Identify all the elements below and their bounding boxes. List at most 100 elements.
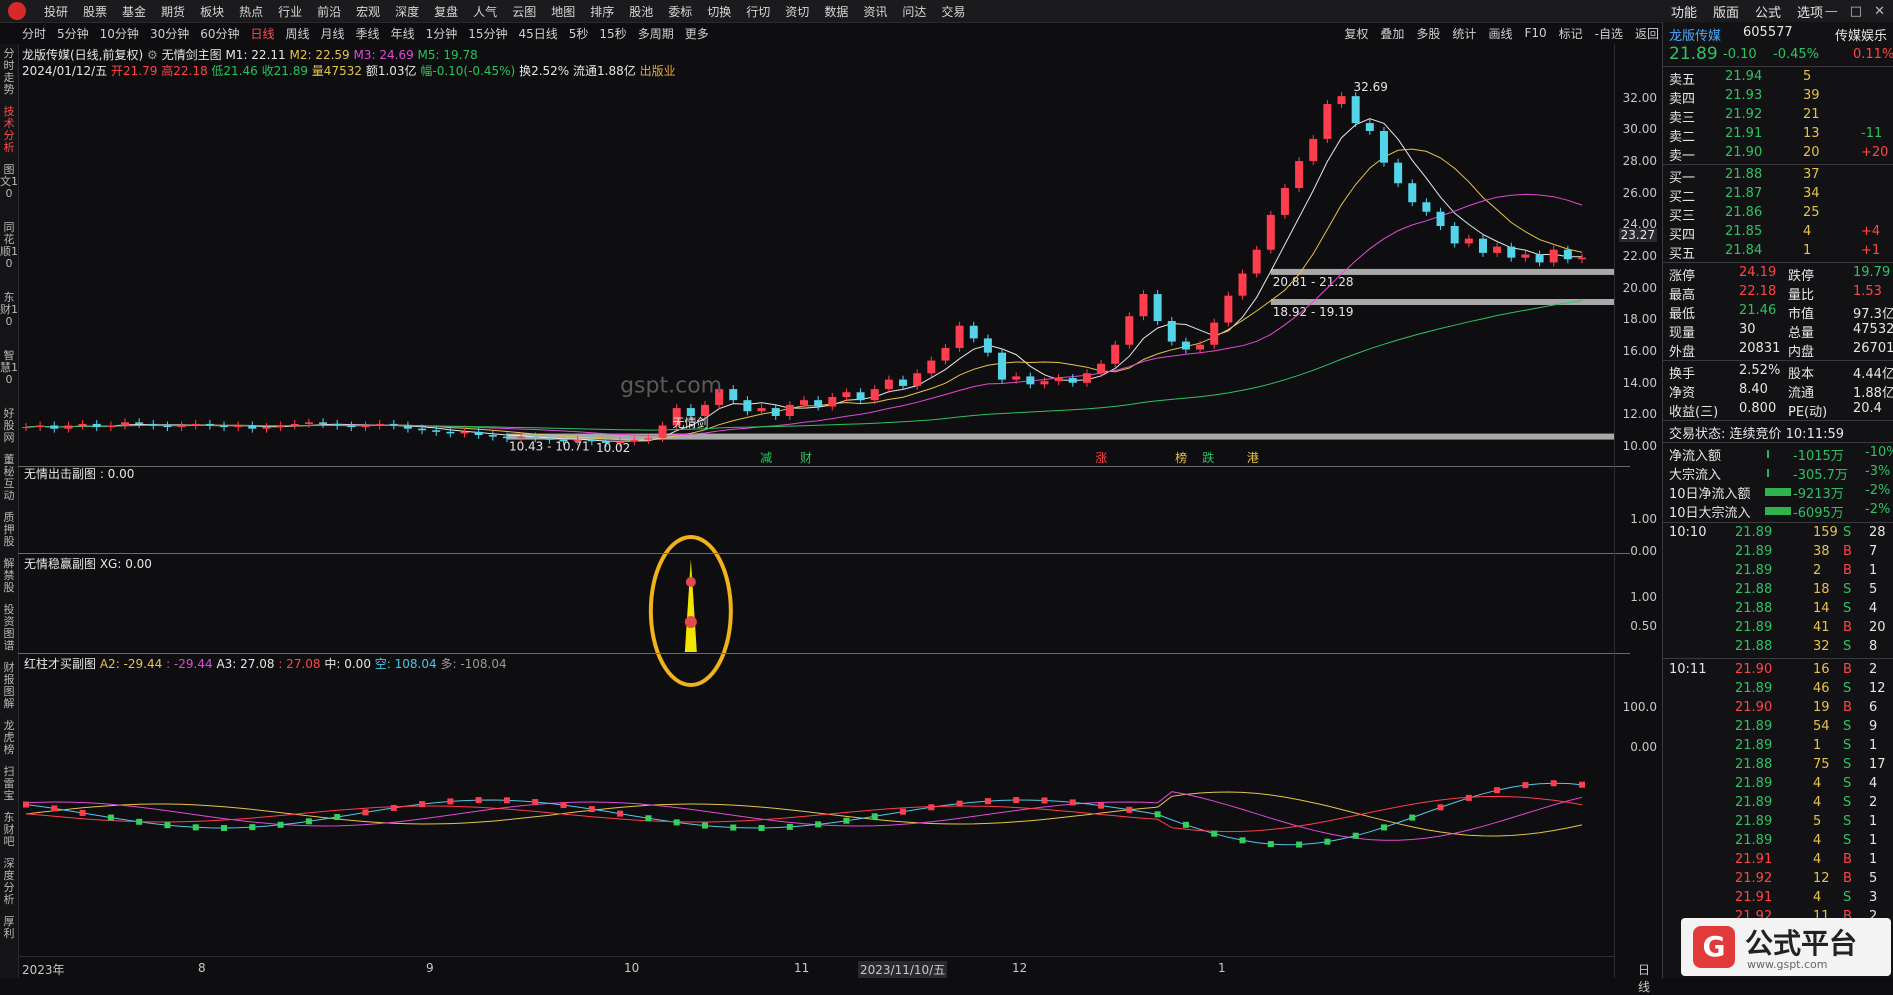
chart-tool-button[interactable]: 叠加 bbox=[1380, 25, 1404, 42]
left-tab[interactable]: 智慧10 bbox=[0, 350, 18, 386]
left-tab[interactable]: 财报图解 bbox=[0, 662, 18, 710]
stat-row[interactable]: 收益(三) 0.800 PE(动) 20.4 bbox=[1663, 400, 1893, 420]
menu-item[interactable]: 基金 bbox=[122, 3, 146, 20]
tick-row[interactable]: 21.88 18 S 5 bbox=[1663, 581, 1893, 600]
period-item[interactable]: 分时 bbox=[22, 25, 46, 42]
chart-tool-button[interactable]: 返回 bbox=[1635, 25, 1659, 42]
left-tab[interactable]: 分时走势 bbox=[0, 48, 18, 96]
bid-row[interactable]: 买三 21.86 25 bbox=[1663, 204, 1893, 224]
left-tab[interactable]: 深度分析 bbox=[0, 858, 18, 906]
tick-row[interactable]: 10:10 21.89 159 S 28 bbox=[1663, 524, 1893, 543]
menu-item[interactable]: 复盘 bbox=[434, 3, 458, 20]
tick-row[interactable]: 21.89 54 S 9 bbox=[1663, 718, 1893, 737]
stat-row[interactable]: 现量 30 总量 47532 bbox=[1663, 321, 1893, 341]
menu-item[interactable]: 地图 bbox=[551, 3, 575, 20]
left-tab[interactable]: 东财吧 bbox=[0, 812, 18, 848]
tick-row[interactable]: 21.89 41 B 20 bbox=[1663, 619, 1893, 638]
menu-item[interactable]: 排序 bbox=[590, 3, 614, 20]
bid-row[interactable]: 买一 21.88 37 bbox=[1663, 166, 1893, 186]
tick-row[interactable]: 21.88 75 S 17 bbox=[1663, 756, 1893, 775]
flow-row[interactable]: 大宗流入 -305.7万 -3% bbox=[1663, 463, 1893, 483]
tick-row[interactable]: 21.89 4 S 2 bbox=[1663, 794, 1893, 813]
app-logo-icon[interactable] bbox=[8, 2, 26, 20]
tick-row[interactable]: 21.89 4 S 1 bbox=[1663, 832, 1893, 851]
period-item[interactable]: 月线 bbox=[321, 25, 345, 42]
ask-row[interactable]: 卖四 21.93 39 bbox=[1663, 87, 1893, 107]
menu-item[interactable]: 问达 bbox=[902, 3, 926, 20]
flow-row[interactable]: 10日净流入额 -9213万 -2% bbox=[1663, 482, 1893, 502]
stat-row[interactable]: 最低 21.46 市值 97.3亿 bbox=[1663, 302, 1893, 322]
bid-row[interactable]: 买二 21.87 34 bbox=[1663, 185, 1893, 205]
menu-item[interactable]: 云图 bbox=[512, 3, 536, 20]
period-item[interactable]: 10分钟 bbox=[100, 25, 139, 42]
chart-tool-button[interactable]: 多股 bbox=[1416, 25, 1440, 42]
menu-item[interactable]: 前沿 bbox=[317, 3, 341, 20]
indicator-settings-icon[interactable]: ⚙ bbox=[147, 48, 158, 62]
period-item[interactable]: 更多 bbox=[685, 25, 709, 42]
left-tab[interactable]: 厚利 bbox=[0, 916, 18, 940]
stat-row[interactable]: 最高 22.18 量比 1.53 bbox=[1663, 283, 1893, 303]
left-tab[interactable]: 图文10 bbox=[0, 164, 18, 200]
period-item[interactable]: 日线 bbox=[251, 25, 275, 42]
menu-item[interactable]: 交易 bbox=[941, 3, 965, 20]
menu-item[interactable]: 深度 bbox=[395, 3, 419, 20]
menu-item[interactable]: 行切 bbox=[746, 3, 770, 20]
tick-row[interactable]: 21.90 19 B 6 bbox=[1663, 699, 1893, 718]
menu-item[interactable]: 资讯 bbox=[863, 3, 887, 20]
stat-row[interactable]: 涨停 24.19 跌停 19.79 bbox=[1663, 264, 1893, 284]
bid-row[interactable]: 买五 21.84 1 +1 bbox=[1663, 242, 1893, 262]
tick-row[interactable]: 21.88 14 S 4 bbox=[1663, 600, 1893, 619]
period-item[interactable]: 15分钟 bbox=[468, 25, 507, 42]
menu-item[interactable]: 板块 bbox=[200, 3, 224, 20]
minimize-icon[interactable]: — bbox=[1825, 4, 1838, 19]
period-item[interactable]: 季线 bbox=[356, 25, 380, 42]
top-right-item[interactable]: 版面 bbox=[1713, 2, 1739, 21]
chart-area[interactable]: 20.81 - 21.28 18.92 - 19.19 10.43 - 10.71 3… bbox=[18, 44, 1630, 978]
menu-item[interactable]: 资切 bbox=[785, 3, 809, 20]
tick-row[interactable]: 21.89 4 S 4 bbox=[1663, 775, 1893, 794]
menu-item[interactable]: 切换 bbox=[707, 3, 731, 20]
bid-row[interactable]: 买四 21.85 4 +4 bbox=[1663, 223, 1893, 243]
left-tab[interactable]: 董秘互动 bbox=[0, 454, 18, 502]
flow-row[interactable]: 10日大宗流入 -6095万 -2% bbox=[1663, 501, 1893, 521]
menu-item[interactable]: 热点 bbox=[239, 3, 263, 20]
menu-item[interactable]: 股票 bbox=[83, 3, 107, 20]
period-item[interactable]: 5秒 bbox=[569, 25, 589, 42]
period-item[interactable]: 45日线 bbox=[519, 25, 558, 42]
left-tab[interactable]: 东财10 bbox=[0, 292, 18, 328]
tick-row[interactable]: 21.92 12 B 5 bbox=[1663, 870, 1893, 889]
period-item[interactable]: 15秒 bbox=[599, 25, 626, 42]
chart-tool-button[interactable]: 标记 bbox=[1559, 25, 1583, 42]
period-item[interactable]: 30分钟 bbox=[150, 25, 189, 42]
chart-tool-button[interactable]: -自选 bbox=[1595, 25, 1623, 42]
tick-row[interactable]: 21.89 5 S 1 bbox=[1663, 813, 1893, 832]
close-icon[interactable]: ✕ bbox=[1874, 4, 1885, 19]
period-item[interactable]: 1分钟 bbox=[426, 25, 458, 42]
tick-row[interactable]: 21.91 4 B 1 bbox=[1663, 851, 1893, 870]
left-tab[interactable]: 技术分析 bbox=[0, 106, 18, 154]
menu-item[interactable]: 委标 bbox=[668, 3, 692, 20]
left-tab[interactable]: 同花顺10 bbox=[0, 222, 18, 270]
chart-tool-button[interactable]: 复权 bbox=[1344, 25, 1368, 42]
ask-row[interactable]: 卖三 21.92 21 bbox=[1663, 106, 1893, 126]
period-item[interactable]: 年线 bbox=[391, 25, 415, 42]
menu-item[interactable]: 期货 bbox=[161, 3, 185, 20]
left-tab[interactable]: 龙虎榜 bbox=[0, 720, 18, 756]
chart-tool-button[interactable]: 画线 bbox=[1488, 25, 1512, 42]
menu-item[interactable]: 人气 bbox=[473, 3, 497, 20]
stat-row[interactable]: 换手 2.52% 股本 4.44亿 bbox=[1663, 362, 1893, 382]
top-right-item[interactable]: 功能 bbox=[1671, 2, 1697, 21]
ask-row[interactable]: 卖五 21.94 5 bbox=[1663, 68, 1893, 88]
stat-row[interactable]: 净资 8.40 流通 1.88亿 bbox=[1663, 381, 1893, 401]
menu-item[interactable]: 行业 bbox=[278, 3, 302, 20]
tick-row[interactable]: 21.89 38 B 7 bbox=[1663, 543, 1893, 562]
left-tab[interactable]: 投资图谱 bbox=[0, 604, 18, 652]
top-right-item[interactable]: 公式 bbox=[1755, 2, 1781, 21]
tick-row[interactable]: 10:11 21.90 16 B 2 bbox=[1663, 661, 1893, 680]
maximize-icon[interactable]: □ bbox=[1850, 4, 1862, 19]
chart-canvas[interactable]: 20.81 - 21.2818.92 - 19.1910.43 - 10.713… bbox=[18, 44, 1630, 978]
menu-item[interactable]: 投研 bbox=[44, 3, 68, 20]
menu-item[interactable]: 数据 bbox=[824, 3, 848, 20]
tick-row[interactable]: 21.89 1 S 1 bbox=[1663, 737, 1893, 756]
tick-row[interactable]: 21.89 2 B 1 bbox=[1663, 562, 1893, 581]
